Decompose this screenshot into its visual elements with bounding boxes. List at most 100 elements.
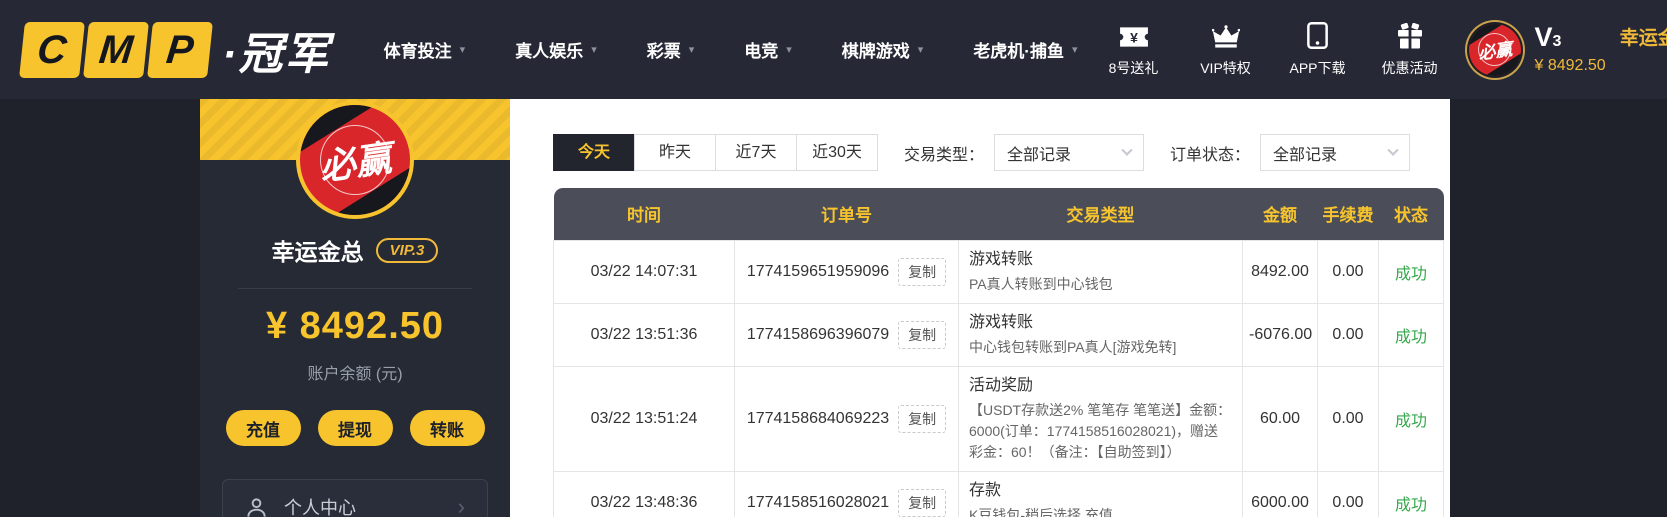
col-header-type: 交易类型 [959, 188, 1243, 240]
cell-status: 成功 [1379, 303, 1444, 366]
cell-time: 03/22 13:51:24 [554, 366, 735, 471]
account-balance-label: 账户余额 (元) [200, 360, 510, 384]
vip-level: V3 [1535, 25, 1562, 54]
profile-sidebar: 必赢 幸运金总 VIP.3 ¥ 8492.50 账户余额 (元) 充值 提现 转… [200, 99, 510, 517]
cell-fee: 0.00 [1318, 471, 1379, 517]
chevron-down-icon: ▾ [591, 43, 597, 56]
tab-last-30-days[interactable]: 近30天 [796, 134, 878, 171]
tx-type: 存款 [969, 480, 1232, 502]
status-filter-select[interactable]: 全部记录 [1260, 134, 1410, 171]
site-logo[interactable]: C M P ·冠军 [22, 18, 331, 82]
promotions-link[interactable]: 优惠活动 [1379, 22, 1441, 78]
tab-yesterday[interactable]: 昨天 [634, 134, 716, 171]
table-row: 03/22 13:51:36 1774158696396079 复制 游戏转账 … [554, 303, 1444, 366]
nav-item-live-casino[interactable]: 真人娱乐 ▾ [490, 0, 622, 99]
date-range-tabs: 今天 昨天 近7天 近30天 [553, 134, 878, 171]
crown-icon [1212, 22, 1240, 49]
cell-amount: 6000.00 [1243, 471, 1318, 517]
copy-button[interactable]: 复制 [898, 258, 946, 286]
main-nav: 体育投注 ▾ 真人娱乐 ▾ 彩票 ▾ 电竞 ▾ 棋牌游戏 ▾ 老虎机·捕鱼 ▾ [359, 0, 1103, 99]
chevron-down-icon: ▾ [1072, 43, 1078, 56]
logo-suffix: ·冠军 [222, 18, 331, 82]
tx-desc: PA真人转账到中心钱包 [969, 274, 1232, 295]
order-number: 1774158516028021 [747, 494, 889, 512]
tab-last-7-days[interactable]: 近7天 [715, 134, 797, 171]
col-header-time: 时间 [554, 188, 735, 240]
logo-letter: M [83, 22, 149, 78]
svg-text:¥: ¥ [1130, 29, 1138, 45]
col-header-amount: 金额 [1243, 188, 1318, 240]
nav-item-chess-games[interactable]: 棋牌游戏 ▾ [817, 0, 949, 99]
chevron-down-icon: ▾ [786, 43, 792, 56]
col-header-fee: 手续费 [1318, 188, 1379, 240]
person-icon [245, 496, 268, 517]
copy-button[interactable]: 复制 [898, 321, 946, 349]
left-gap [0, 99, 200, 517]
type-filter-label: 交易类型： [904, 141, 984, 165]
app-download-link[interactable]: APP下载 [1287, 22, 1349, 78]
cell-status: 成功 [1379, 366, 1444, 471]
tx-type: 游戏转账 [969, 249, 1232, 271]
withdraw-button[interactable]: 提现 [318, 410, 393, 446]
header-username[interactable]: 幸运金总 [1620, 23, 1667, 50]
tx-desc: 中心钱包转账到PA真人[游戏免转] [969, 337, 1232, 358]
col-header-status: 状态 [1379, 188, 1444, 240]
table-row: 03/22 13:48:36 1774158516028021 复制 存款 K豆… [554, 471, 1444, 517]
table-row: 03/22 14:07:31 1774159651959096 复制 游戏转账 … [554, 240, 1444, 303]
transactions-body: 03/22 14:07:31 1774159651959096 复制 游戏转账 … [554, 240, 1444, 517]
transactions-table: 时间 订单号 交易类型 金额 手续费 状态 03/22 14:07:31 177… [553, 188, 1444, 517]
nav-item-esports[interactable]: 电竞 ▾ [719, 0, 817, 99]
vip-badge: VIP.3 [376, 238, 439, 263]
col-header-order: 订单号 [735, 188, 959, 240]
cell-time: 03/22 14:07:31 [554, 240, 735, 303]
chevron-down-icon [1387, 144, 1398, 155]
logo-letter: P [147, 22, 213, 78]
cell-time: 03/22 13:51:36 [554, 303, 735, 366]
copy-button[interactable]: 复制 [898, 405, 946, 433]
ticket-yuan-icon: ¥ [1119, 22, 1149, 49]
tx-type: 游戏转账 [969, 312, 1232, 334]
cell-fee: 0.00 [1318, 240, 1379, 303]
transactions-panel: 今天 昨天 近7天 近30天 交易类型： 全部记录 订单状态： 全部记录 [510, 99, 1450, 517]
cell-fee: 0.00 [1318, 366, 1379, 471]
nav-item-sports[interactable]: 体育投注 ▾ [359, 0, 491, 99]
account-balance: ¥ 8492.50 [200, 305, 510, 348]
cell-status: 成功 [1379, 471, 1444, 517]
tab-today[interactable]: 今天 [553, 134, 635, 171]
profile-avatar[interactable]: 必赢 [296, 101, 414, 219]
filter-bar: 今天 昨天 近7天 近30天 交易类型： 全部记录 订单状态： 全部记录 [553, 134, 1450, 171]
page: C M P ·冠军 体育投注 ▾ 真人娱乐 ▾ 彩票 ▾ 电竞 ▾ 棋牌 [0, 0, 1667, 517]
gift-icon [1397, 22, 1423, 49]
divider [238, 288, 472, 289]
nav-item-lottery[interactable]: 彩票 ▾ [622, 0, 720, 99]
order-number: 1774158696396079 [747, 326, 889, 344]
top-navbar: C M P ·冠军 体育投注 ▾ 真人娱乐 ▾ 彩票 ▾ 电竞 ▾ 棋牌 [0, 0, 1667, 99]
type-filter-select[interactable]: 全部记录 [994, 134, 1144, 171]
nav-item-slots-fishing[interactable]: 老虎机·捕鱼 ▾ [948, 0, 1102, 99]
deposit-button[interactable]: 充值 [226, 410, 301, 446]
tablet-icon [1307, 22, 1328, 49]
table-row: 03/22 13:51:24 1774158684069223 复制 活动奖励 … [554, 366, 1444, 471]
gift8-link[interactable]: ¥ 8号送礼 [1103, 22, 1165, 78]
order-number: 1774159651959096 [747, 263, 889, 281]
chevron-down-icon: ▾ [689, 43, 695, 56]
chevron-down-icon [1121, 144, 1132, 155]
cell-status: 成功 [1379, 240, 1444, 303]
sidebar-item-personal-center[interactable]: 个人中心 › [222, 479, 488, 517]
copy-button[interactable]: 复制 [898, 489, 946, 517]
transfer-button[interactable]: 转账 [410, 410, 485, 446]
quick-links: ¥ 8号送礼 VIP特权 APP下载 优惠活动 [1103, 22, 1441, 78]
chevron-down-icon: ▾ [460, 43, 466, 56]
logo-letter: C [19, 22, 85, 78]
user-avatar[interactable]: 必赢 [1469, 24, 1521, 76]
tx-type: 活动奖励 [969, 375, 1232, 397]
chevron-down-icon: ▾ [918, 43, 924, 56]
cell-amount: 60.00 [1243, 366, 1318, 471]
cell-amount: -6076.00 [1243, 303, 1318, 366]
tx-desc: 【USDT存款送2% 笔笔存 笔笔送】金额：6000(订单：1774158516… [969, 400, 1232, 463]
chevron-right-icon: › [458, 496, 465, 517]
status-filter-label: 订单状态： [1170, 141, 1250, 165]
vip-link[interactable]: VIP特权 [1195, 22, 1257, 78]
cell-amount: 8492.00 [1243, 240, 1318, 303]
content-area: 必赢 幸运金总 VIP.3 ¥ 8492.50 账户余额 (元) 充值 提现 转… [0, 99, 1667, 517]
